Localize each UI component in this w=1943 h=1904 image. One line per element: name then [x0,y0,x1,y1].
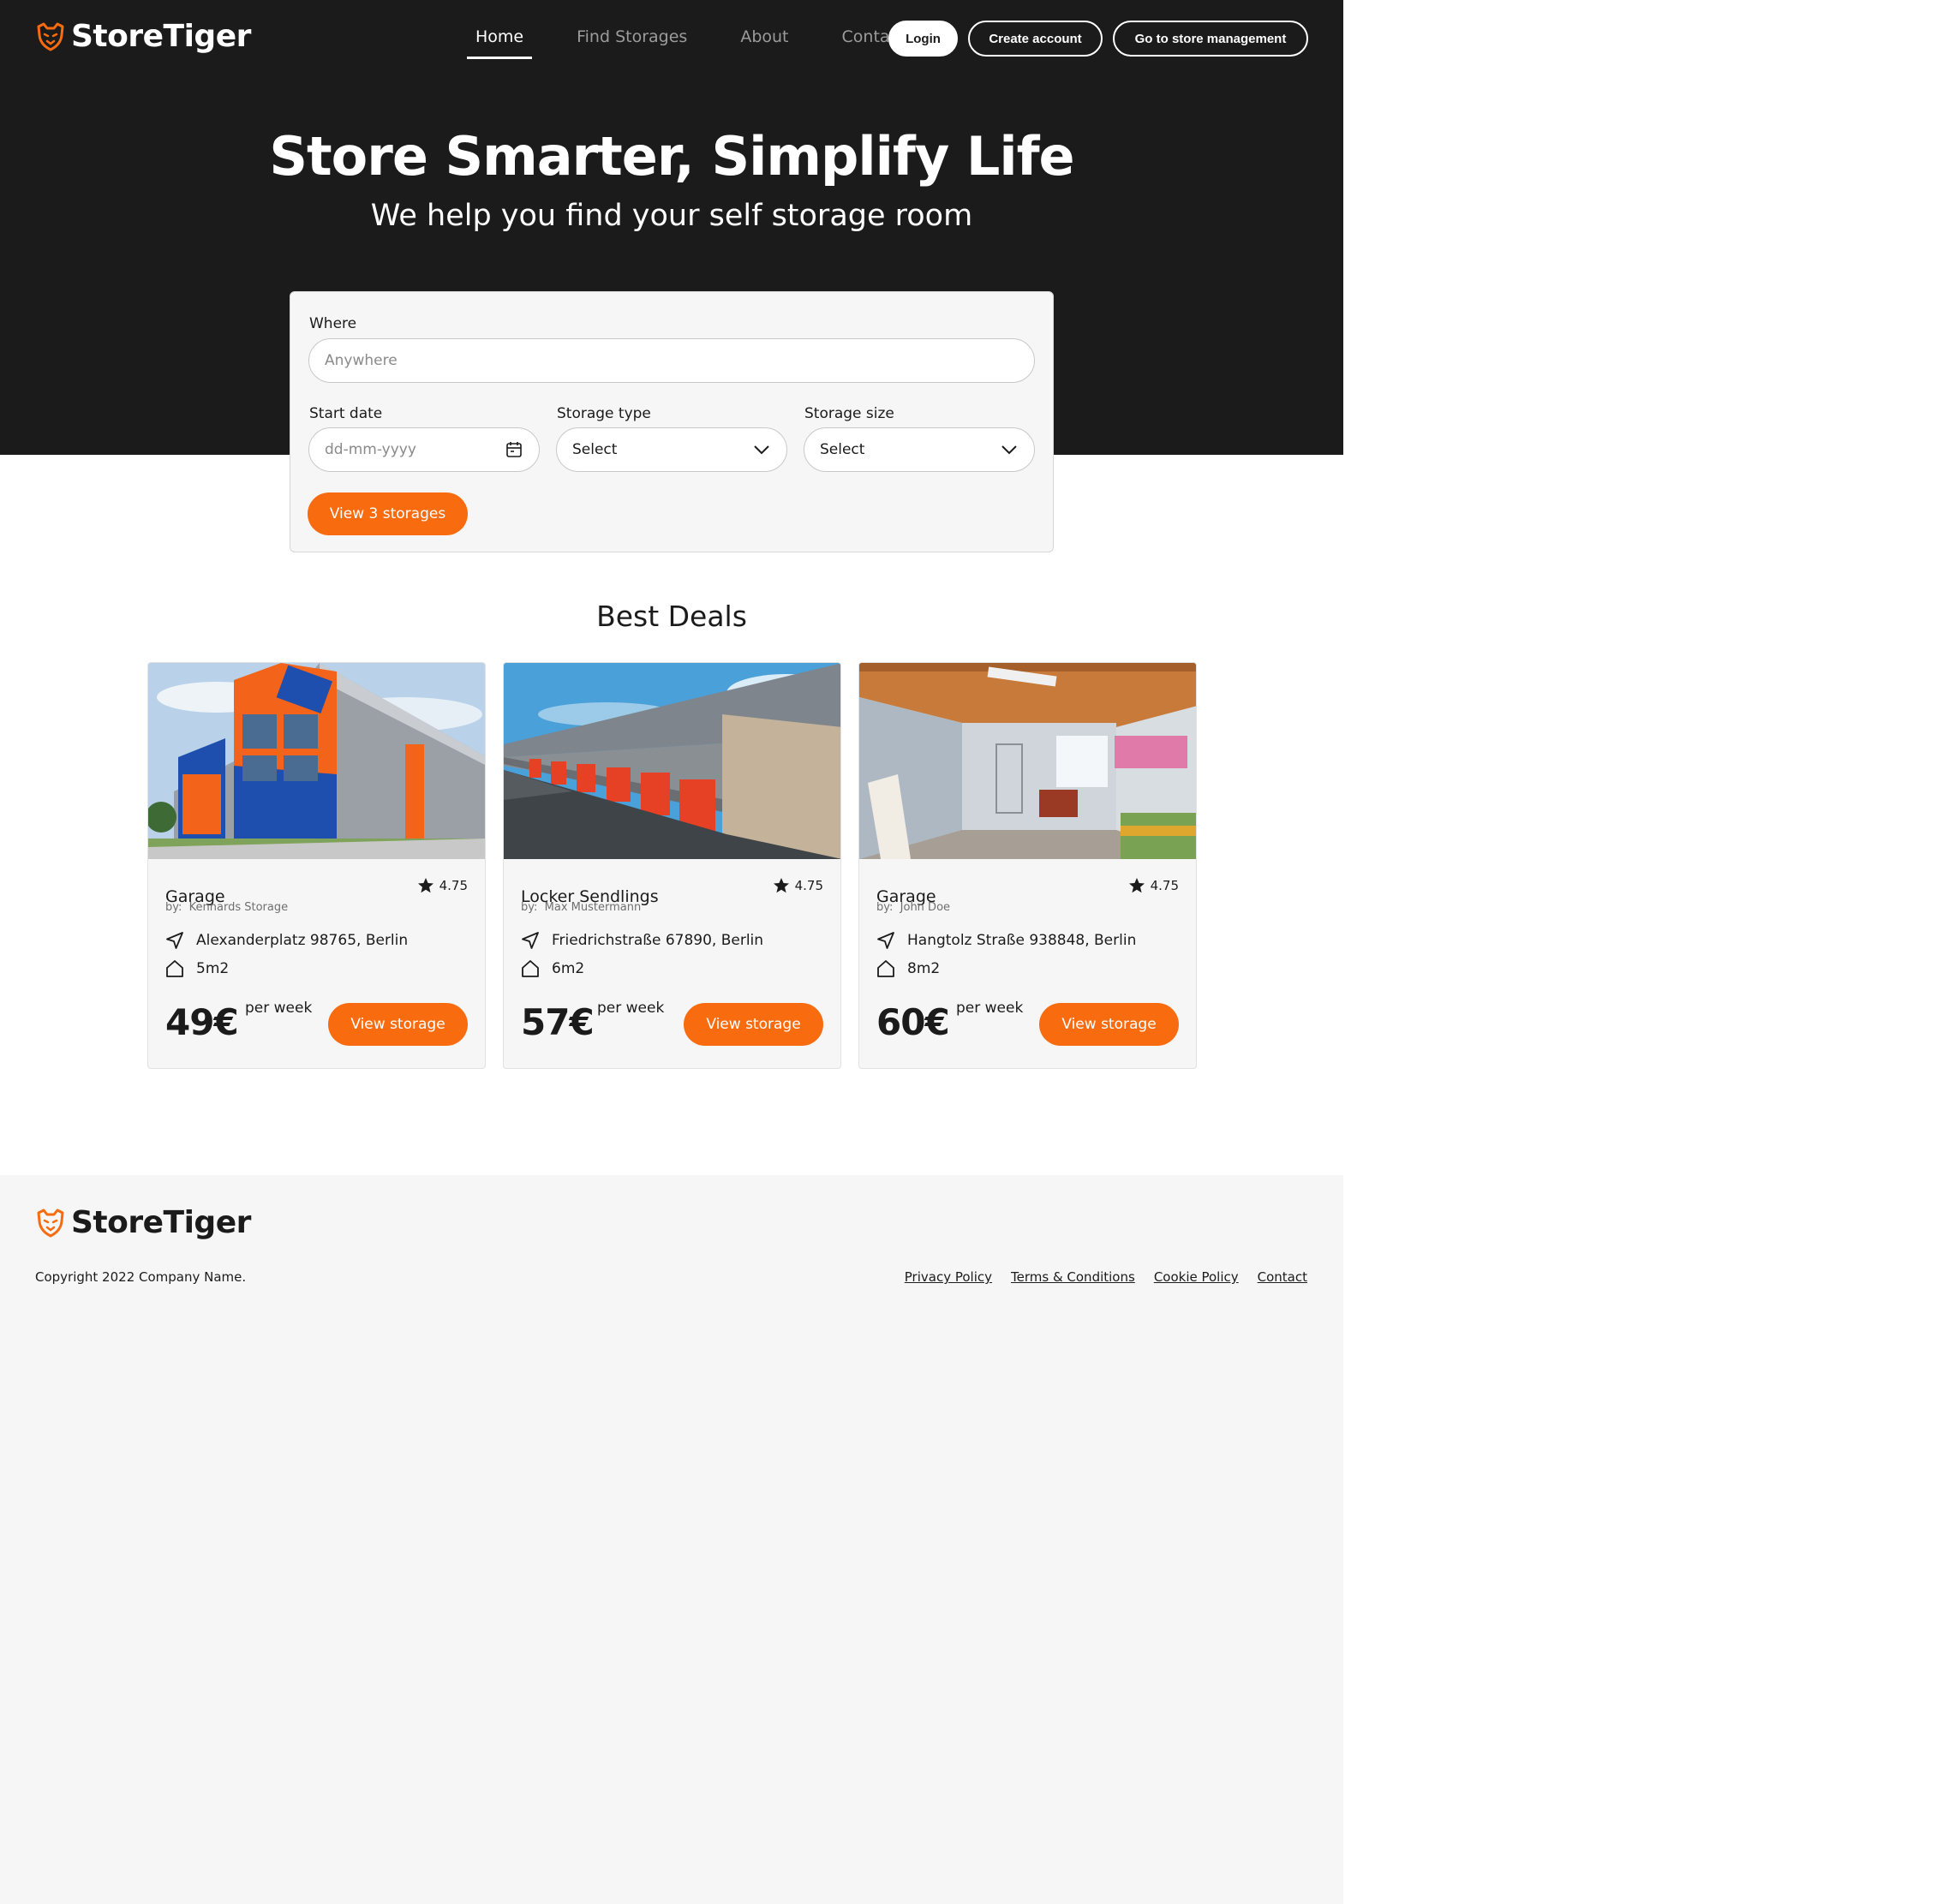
deal-card[interactable]: Locker Sendlings by: Max Mustermann 4.75… [503,662,841,1069]
footer-links: Privacy Policy Terms & Conditions Cookie… [905,1269,1307,1285]
start-date-placeholder: dd-mm-yyyy [325,441,416,458]
view-storage-button[interactable]: View storage [684,1003,823,1046]
storage-size-value: Select [820,441,865,458]
copyright: Copyright 2022 Company Name. [35,1269,247,1285]
rating: 4.75 [773,877,823,894]
price-period: per week [597,1000,665,1017]
star-icon [1128,878,1145,893]
storage-size: 8m2 [876,959,940,978]
brand-name: StoreTiger [71,19,251,54]
rating: 4.75 [417,877,468,894]
footer-logo[interactable]: StoreTiger [35,1205,251,1240]
storage-photo [859,663,1196,859]
star-icon [417,878,433,893]
hero-title: Store Smarter, Simplify Life [269,125,1074,188]
nav-about[interactable]: About [732,26,797,59]
best-deals-title: Best Deals [596,600,747,633]
create-account-button[interactable]: Create account [968,21,1103,57]
storage-owner: by: Kennards Storage [165,901,289,914]
rating-value: 4.75 [1150,878,1179,893]
storage-size: 6m2 [521,959,584,978]
rating-value: 4.75 [439,878,468,893]
storage-size-select[interactable]: Select [804,427,1035,472]
main-nav: Home Find Storages About Contacts [467,26,922,59]
login-button[interactable]: Login [888,21,958,57]
storage-photo [148,663,485,859]
storage-type-select[interactable]: Select [556,427,787,472]
footer: StoreTiger Copyright 2022 Company Name. … [0,1175,1343,1904]
storage-address: Hangtolz Straße 938848, Berlin [876,931,1136,950]
storage-photo [504,663,840,859]
storage-owner: by: John Doe [876,901,951,914]
store-management-button[interactable]: Go to store management [1113,21,1308,57]
start-date-label: Start date [309,405,383,422]
tiger-logo-icon [37,1209,64,1237]
storage-address: Friedrichstraße 67890, Berlin [521,931,763,950]
storage-size-label: Storage size [804,405,894,422]
storage-size: 5m2 [165,959,229,978]
nav-find-storages[interactable]: Find Storages [568,26,696,59]
chevron-down-icon [754,445,769,455]
location-arrow-icon [522,932,539,949]
house-icon [877,960,894,977]
star-icon [773,878,789,893]
chevron-down-icon [1001,445,1017,455]
price-period: per week [245,1000,313,1017]
brand-name: StoreTiger [71,1205,251,1240]
location-arrow-icon [877,932,894,949]
where-label: Where [309,315,357,332]
where-input[interactable]: Anywhere [308,338,1035,383]
storage-price: 49€ [165,1001,239,1043]
storage-owner: by: Max Mustermann [521,901,642,914]
header-logo[interactable]: StoreTiger [35,19,251,54]
start-date-input[interactable]: dd-mm-yyyy [308,427,540,472]
search-card: Where Anywhere Start date dd-mm-yyyy Sto… [290,291,1054,552]
privacy-policy-link[interactable]: Privacy Policy [905,1269,992,1285]
view-storage-button[interactable]: View storage [1039,1003,1179,1046]
view-storages-button[interactable]: View 3 storages [308,492,468,535]
rating-value: 4.75 [794,878,823,893]
location-arrow-icon [166,932,183,949]
tiger-logo-icon [37,22,64,51]
view-storage-button[interactable]: View storage [328,1003,468,1046]
storage-price: 57€ [521,1001,595,1043]
hero-subtitle: We help you find your self storage room [370,199,973,233]
calendar-icon[interactable] [505,440,523,459]
rating: 4.75 [1128,877,1179,894]
terms-link[interactable]: Terms & Conditions [1011,1269,1135,1285]
house-icon [522,960,539,977]
nav-home[interactable]: Home [467,26,533,59]
storage-type-label: Storage type [557,405,651,422]
storage-price: 60€ [876,1001,950,1043]
storage-address: Alexanderplatz 98765, Berlin [165,931,408,950]
cookie-policy-link[interactable]: Cookie Policy [1154,1269,1239,1285]
price-period: per week [956,1000,1024,1017]
house-icon [166,960,183,977]
contact-link[interactable]: Contact [1258,1269,1307,1285]
storage-type-value: Select [572,441,618,458]
deal-card[interactable]: Garage by: John Doe 4.75 Hangtolz Straße… [858,662,1197,1069]
deal-card[interactable]: Garage by: Kennards Storage 4.75 Alexand… [147,662,486,1069]
where-placeholder: Anywhere [325,352,398,369]
